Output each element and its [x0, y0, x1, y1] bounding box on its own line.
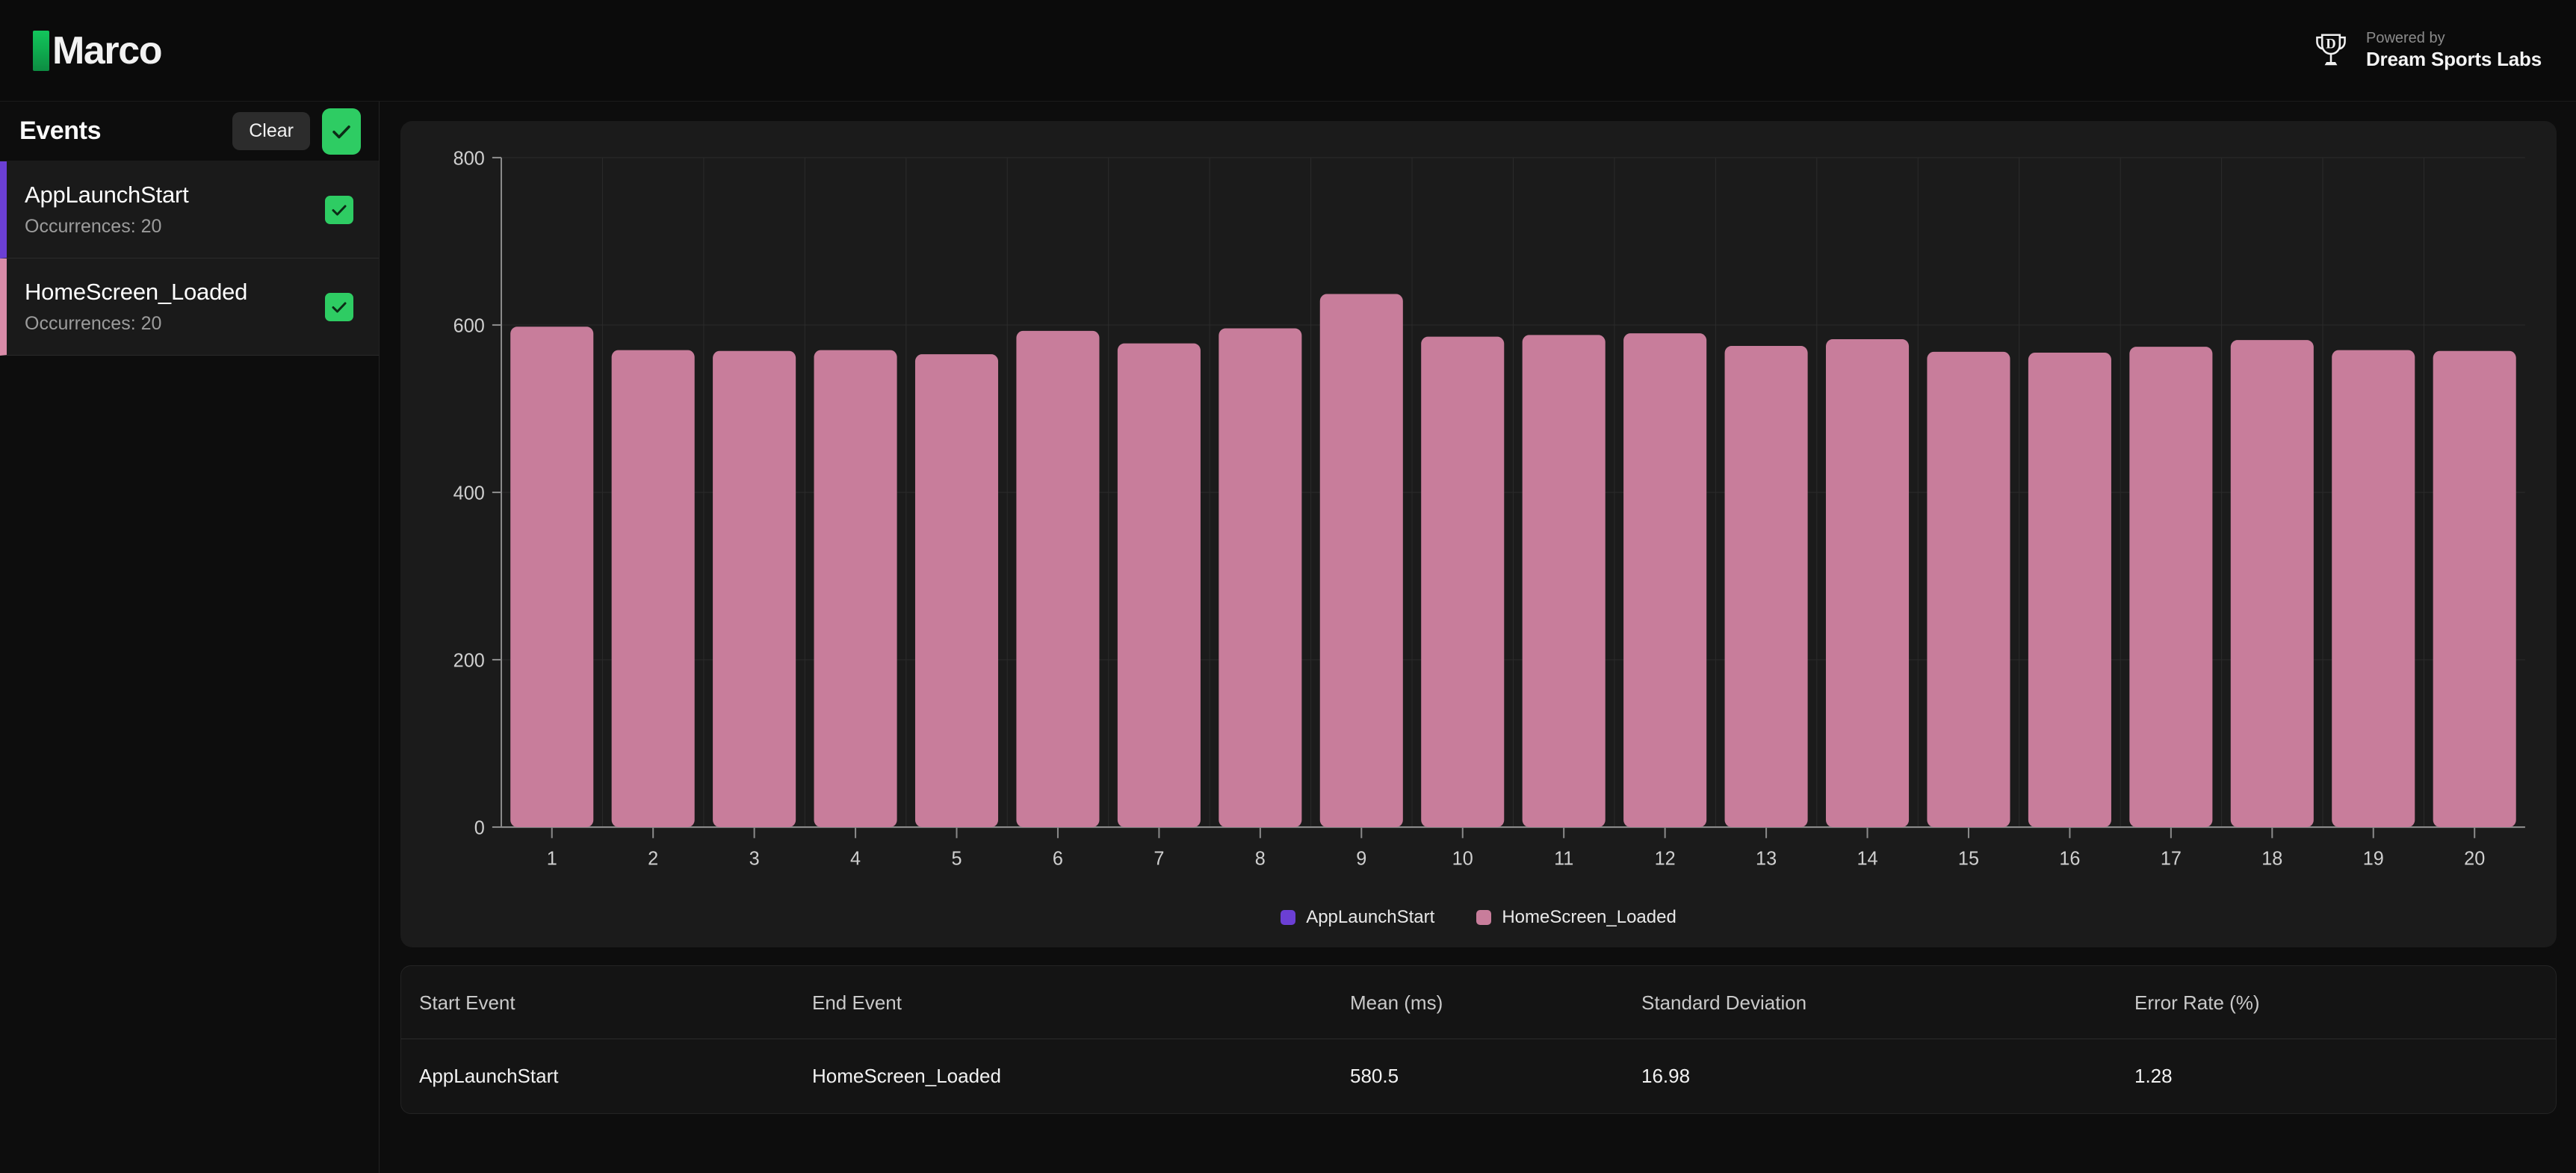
sidebar-header: Events Clear: [0, 102, 379, 161]
svg-text:5: 5: [951, 848, 962, 870]
chart-svg: 02004006008001 2 3 4 5 6 7 8 9 10 11 12 13 14 15 16 17 18…: [453, 148, 2525, 870]
svg-text:4: 4: [850, 848, 861, 870]
events-sidebar: Events Clear AppLaunchStart Occurrences: …: [0, 102, 380, 1173]
svg-text:19: 19: [2363, 848, 2384, 870]
column-end-event: End Event: [812, 966, 1350, 1039]
svg-text:8: 8: [1255, 848, 1266, 870]
cell-standard-deviation: 16.98: [1641, 1065, 1691, 1087]
svg-text:16: 16: [2059, 848, 2080, 870]
chart-panel: 0 200 400 600 800 1 2 3 4 5 6 7 8 9 10 11 12 13 14 15 16 17 18…: [400, 121, 2557, 947]
powered-by-label: Powered by: [2365, 30, 2445, 47]
sidebar-actions: Clear: [232, 108, 361, 155]
app-root: Marco D Powered by Dream Sports Labs Eve…: [0, 0, 2576, 1173]
stats-table: Start Event End Event Mean (ms) Standard…: [401, 966, 2556, 1113]
legend-swatch-icon: [1476, 910, 1492, 925]
svg-text:13: 13: [1756, 848, 1777, 870]
clear-button[interactable]: Clear: [232, 112, 310, 150]
app-title: Marco: [52, 28, 163, 72]
svg-text:7: 7: [1154, 848, 1164, 870]
event-checkbox[interactable]: [325, 195, 353, 224]
trophy-icon: D: [2316, 34, 2346, 66]
svg-text:18: 18: [2261, 848, 2282, 870]
svg-text:20: 20: [2464, 848, 2485, 870]
event-name: HomeScreen_Loaded: [25, 279, 248, 305]
powered-by-brand: Dream Sports Labs: [2365, 47, 2542, 70]
svg-text:11: 11: [1554, 848, 1573, 870]
column-mean-ms: Mean (ms): [1350, 966, 1641, 1039]
powered-by-block: D Powered by Dream Sports Labs: [2311, 29, 2542, 71]
cell-error-rate: 1.28: [2134, 1065, 2173, 1087]
sidebar-title: Events: [19, 117, 102, 145]
legend-label: HomeScreen_Loaded: [1502, 907, 1676, 927]
app-logo: Marco: [33, 28, 163, 72]
event-checkbox[interactable]: [325, 292, 353, 321]
column-standard-deviation: Standard Deviation: [1641, 966, 2134, 1039]
column-start-event: Start Event: [401, 966, 812, 1039]
stats-table-panel: Start Event End Event Mean (ms) Standard…: [400, 965, 2557, 1114]
legend-item[interactable]: AppLaunchStart: [1281, 907, 1434, 928]
legend-item[interactable]: HomeScreen_Loaded: [1476, 907, 1676, 928]
event-list-item[interactable]: AppLaunchStart Occurrences: 20: [0, 161, 379, 259]
app-body: Events Clear AppLaunchStart Occurrences: …: [0, 102, 2576, 1173]
svg-text:0: 0: [474, 817, 485, 839]
check-icon: [332, 125, 350, 138]
select-all-checkbox[interactable]: [322, 108, 361, 155]
legend-swatch-icon: [1281, 910, 1296, 925]
column-error-rate: Error Rate (%): [2134, 966, 2556, 1039]
bar-chart: 0 200 400 600 800 1 2 3 4 5 6 7 8 9 10 11 12 13 14 15 16 17 18…: [426, 143, 2531, 900]
events-list: AppLaunchStart Occurrences: 20 HomeScreen_…: [0, 161, 379, 356]
svg-text:14: 14: [1857, 848, 1877, 870]
event-occurrences: Occurrences: 20: [25, 313, 162, 334]
svg-text:3: 3: [749, 848, 760, 870]
cell-start-event: AppLaunchStart: [419, 1065, 559, 1087]
event-list-item[interactable]: HomeScreen_Loaded Occurrences: 20: [0, 259, 379, 356]
event-item-texts: AppLaunchStart Occurrences: 20: [25, 182, 189, 238]
svg-text:400: 400: [453, 483, 485, 504]
event-item-texts: HomeScreen_Loaded Occurrences: 20: [25, 279, 247, 335]
svg-text:800: 800: [453, 148, 485, 170]
event-occurrences: Occurrences: 20: [25, 216, 162, 237]
cell-end-event: HomeScreen_Loaded: [812, 1065, 1001, 1087]
table-row[interactable]: AppLaunchStart HomeScreen_Loaded 580.5 1…: [401, 1039, 2556, 1114]
svg-text:600: 600: [453, 315, 485, 337]
logo-bar-icon: [33, 30, 49, 71]
trophy-letter: D: [2326, 37, 2335, 52]
svg-text:200: 200: [453, 650, 485, 672]
check-icon: [332, 302, 347, 312]
svg-text:10: 10: [1452, 848, 1473, 870]
svg-text:2: 2: [648, 848, 658, 870]
chart-legend: AppLaunchStart HomeScreen_Loaded: [426, 900, 2531, 928]
top-bar: Marco D Powered by Dream Sports Labs: [0, 0, 2576, 102]
legend-label: AppLaunchStart: [1306, 907, 1435, 927]
cell-mean-ms: 580.5: [1350, 1065, 1399, 1087]
svg-text:1: 1: [547, 848, 557, 870]
main-content: 0 200 400 600 800 1 2 3 4 5 6 7 8 9 10 11 12 13 14 15 16 17 18…: [380, 102, 2576, 1173]
check-icon: [332, 205, 347, 215]
svg-text:15: 15: [1958, 848, 1979, 870]
svg-text:12: 12: [1655, 848, 1676, 870]
svg-text:17: 17: [2161, 848, 2182, 870]
svg-text:6: 6: [1053, 848, 1063, 870]
table-header-row: Start Event End Event Mean (ms) Standard…: [401, 966, 2556, 1039]
event-name: AppLaunchStart: [25, 182, 189, 208]
svg-text:9: 9: [1356, 848, 1366, 870]
